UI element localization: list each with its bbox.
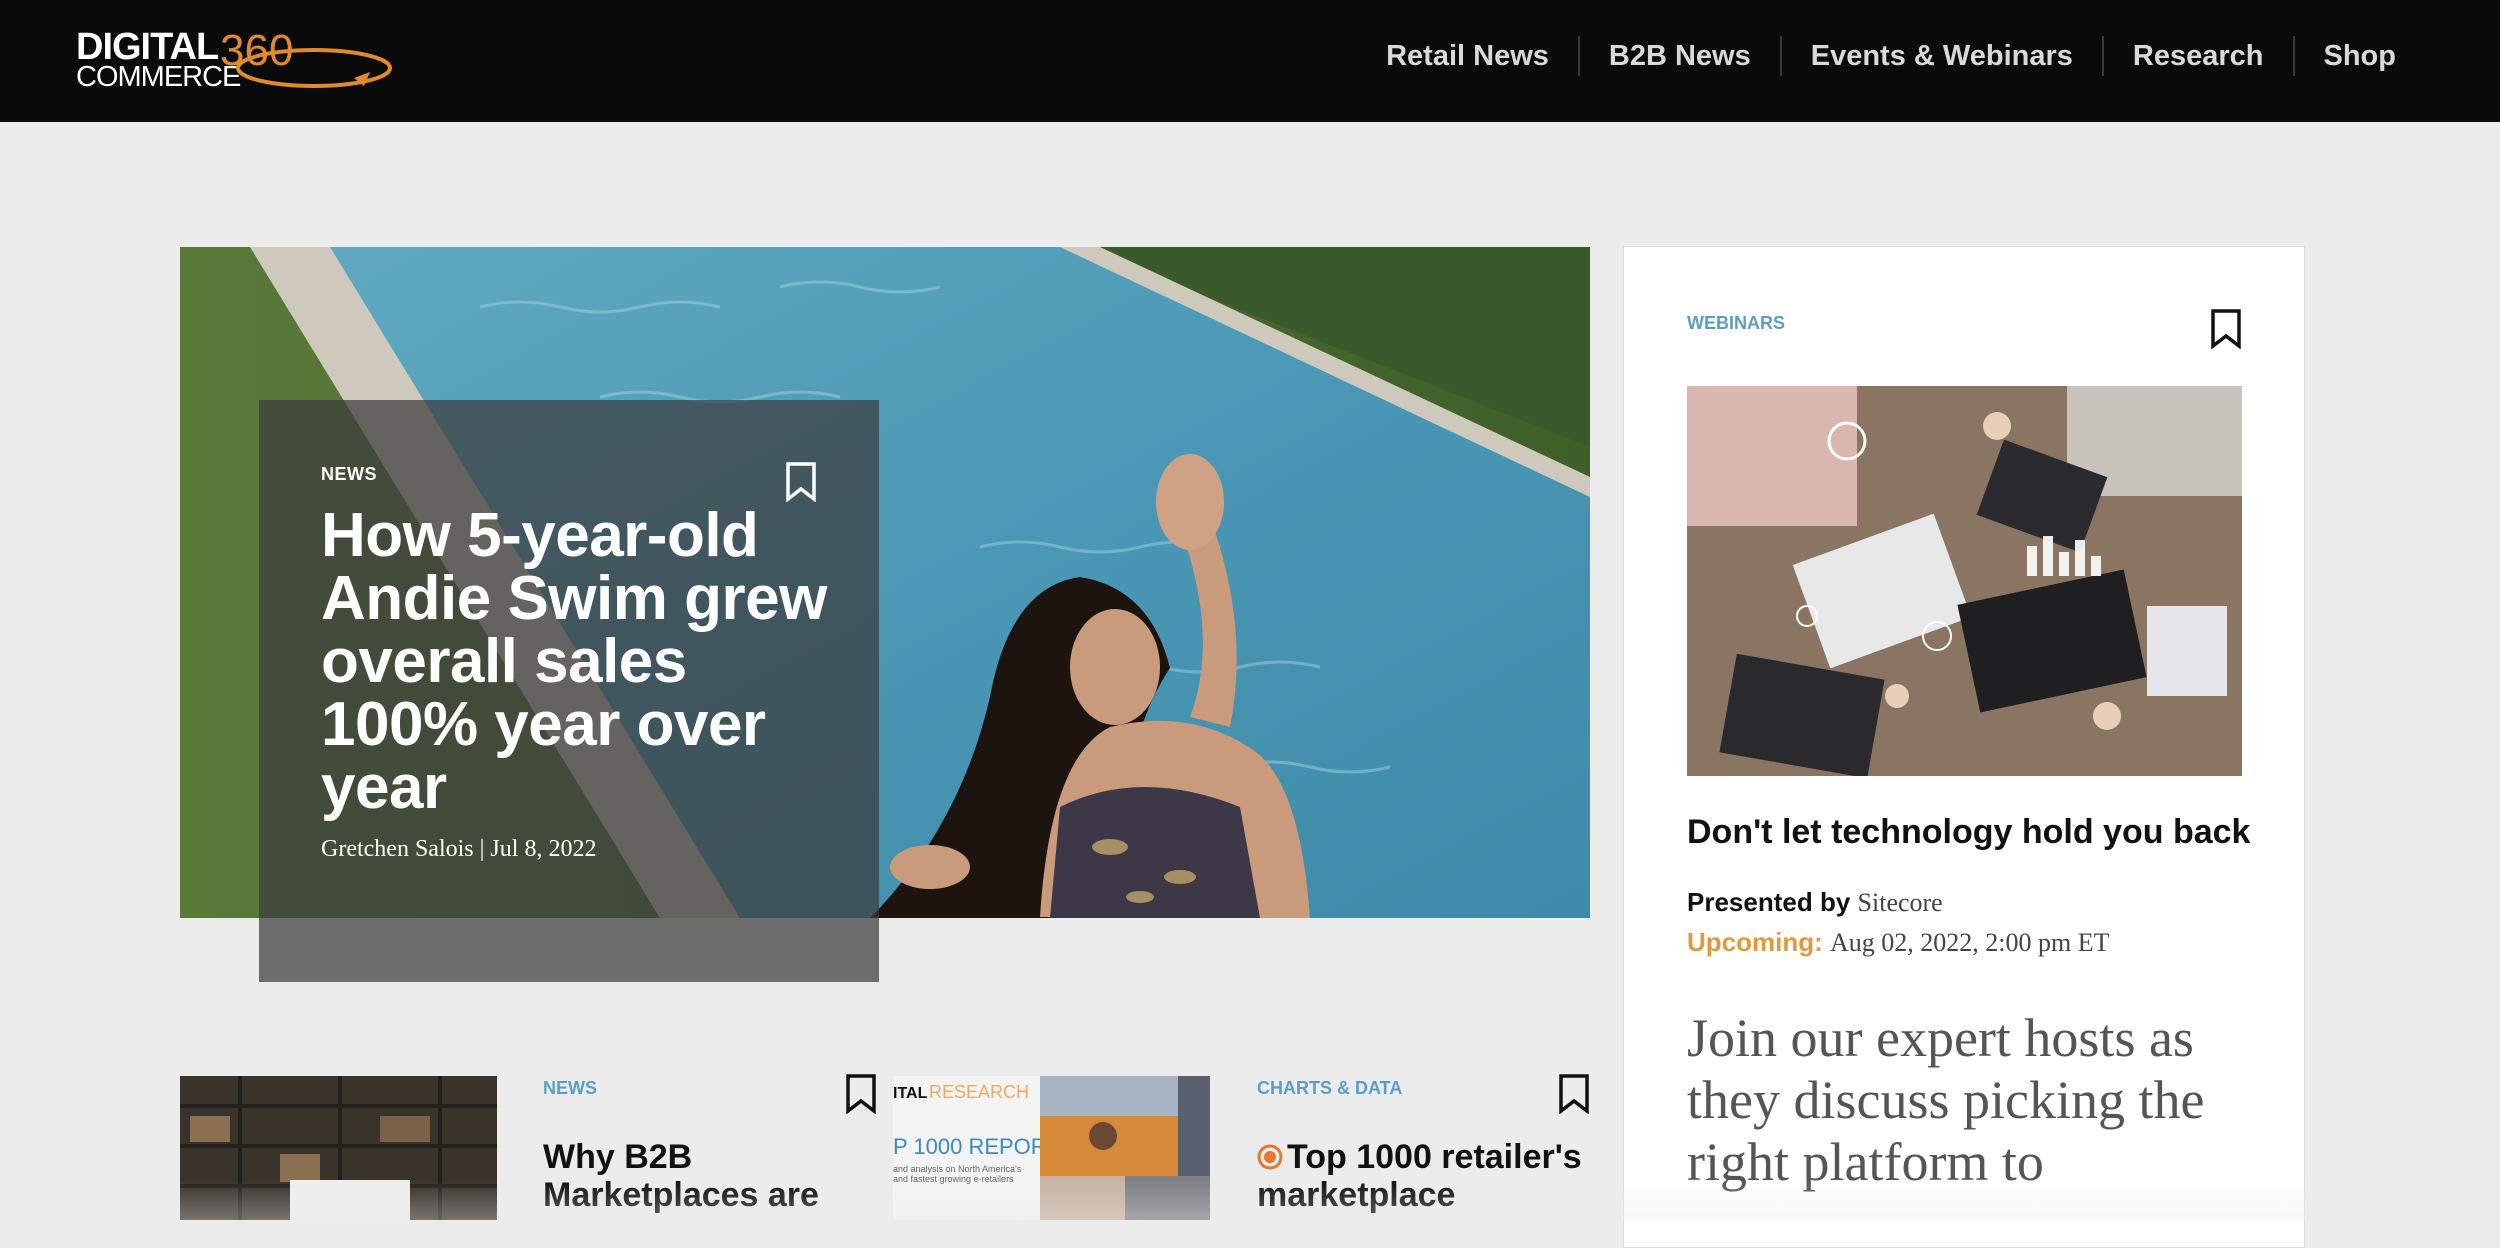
hero-title[interactable]: How 5-year-old Andie Swim grew overall s… [321,504,841,819]
article-title[interactable]: marketplace [1257,1176,1455,1214]
hero-article-card[interactable]: NEWS How 5-year-old Andie Swim grew over… [259,400,879,982]
article-category[interactable]: NEWS [543,1078,597,1099]
bookmark-icon[interactable] [1558,1074,1590,1114]
nav-b2b-news[interactable]: B2B News [1577,36,1780,76]
bookmark-icon[interactable] [785,462,817,502]
report-cover-image: ITAL RESEARCH P 1000 REPORT and analysis… [893,1076,1210,1220]
article-category[interactable]: CHARTS & DATA [1257,1078,1402,1099]
article-title[interactable]: Why B2B Marketplaces are [543,1138,819,1214]
thumb-research: RESEARCH [929,1082,1029,1102]
article-title-line[interactable]: Top 1000 retailer's [1287,1138,1582,1176]
nav-events-webinars[interactable]: Events & Webinars [1779,36,2102,76]
article-thumbnail[interactable]: ITAL RESEARCH P 1000 REPORT and analysis… [893,1076,1210,1220]
bookmark-icon[interactable] [2210,309,2242,349]
article-title-line[interactable]: marketplace [1257,1176,1455,1214]
hero-category[interactable]: NEWS [321,464,377,485]
webinar-title[interactable]: Don't let technology hold you back [1687,813,2250,852]
webinar-presenter: Presented by Sitecore [1687,887,1943,918]
svg-text:and fastest growing e-retailer: and fastest growing e-retailers [893,1174,1014,1184]
nav-retail-news[interactable]: Retail News [1357,36,1578,76]
data-badge-icon [1257,1144,1283,1170]
nav-shop[interactable]: Shop [2292,36,2396,76]
article-thumbnail[interactable] [180,1076,497,1220]
article-title-line[interactable]: Marketplaces are [543,1176,819,1214]
webinar-image[interactable] [1687,386,2242,776]
thumb-report: P 1000 REPORT [893,1134,1060,1159]
presenter-name: Sitecore [1857,888,1943,917]
svg-text:and analysis on North America': and analysis on North America's [893,1164,1022,1174]
site-header: DIGITAL COMMERCE 360 Retail News B2B New… [0,0,2500,122]
upcoming-label: Upcoming: [1687,927,1823,957]
webinar-photo [1687,386,2242,776]
webinar-date: Upcoming: Aug 02, 2022, 2:00 pm ET [1687,927,2110,958]
webinar-category[interactable]: WEBINARS [1687,313,1785,334]
main-nav: Retail News B2B News Events & Webinars R… [1357,34,2396,78]
warehouse-photo [180,1076,497,1220]
logo-number: 360 [220,26,294,75]
bookmark-icon[interactable] [845,1074,877,1114]
thumb-brand: ITAL [893,1085,928,1102]
hero-byline: Gretchen Salois | Jul 8, 2022 [321,836,597,862]
nav-research[interactable]: Research [2101,36,2293,76]
webinar-description: Join our expert hosts as they discuss pi… [1687,1008,2205,1192]
presented-label: Presented by [1687,887,1851,917]
webinar-card: WEBINARS Don't let technology hold you b… [1623,246,2305,1248]
site-logo[interactable]: DIGITAL COMMERCE 360 [76,26,392,94]
webinar-datetime: Aug 02, 2022, 2:00 pm ET [1830,928,2110,957]
article-title[interactable]: Top 1000 retailer's [1287,1138,1582,1176]
article-title-line[interactable]: Why B2B [543,1138,692,1176]
